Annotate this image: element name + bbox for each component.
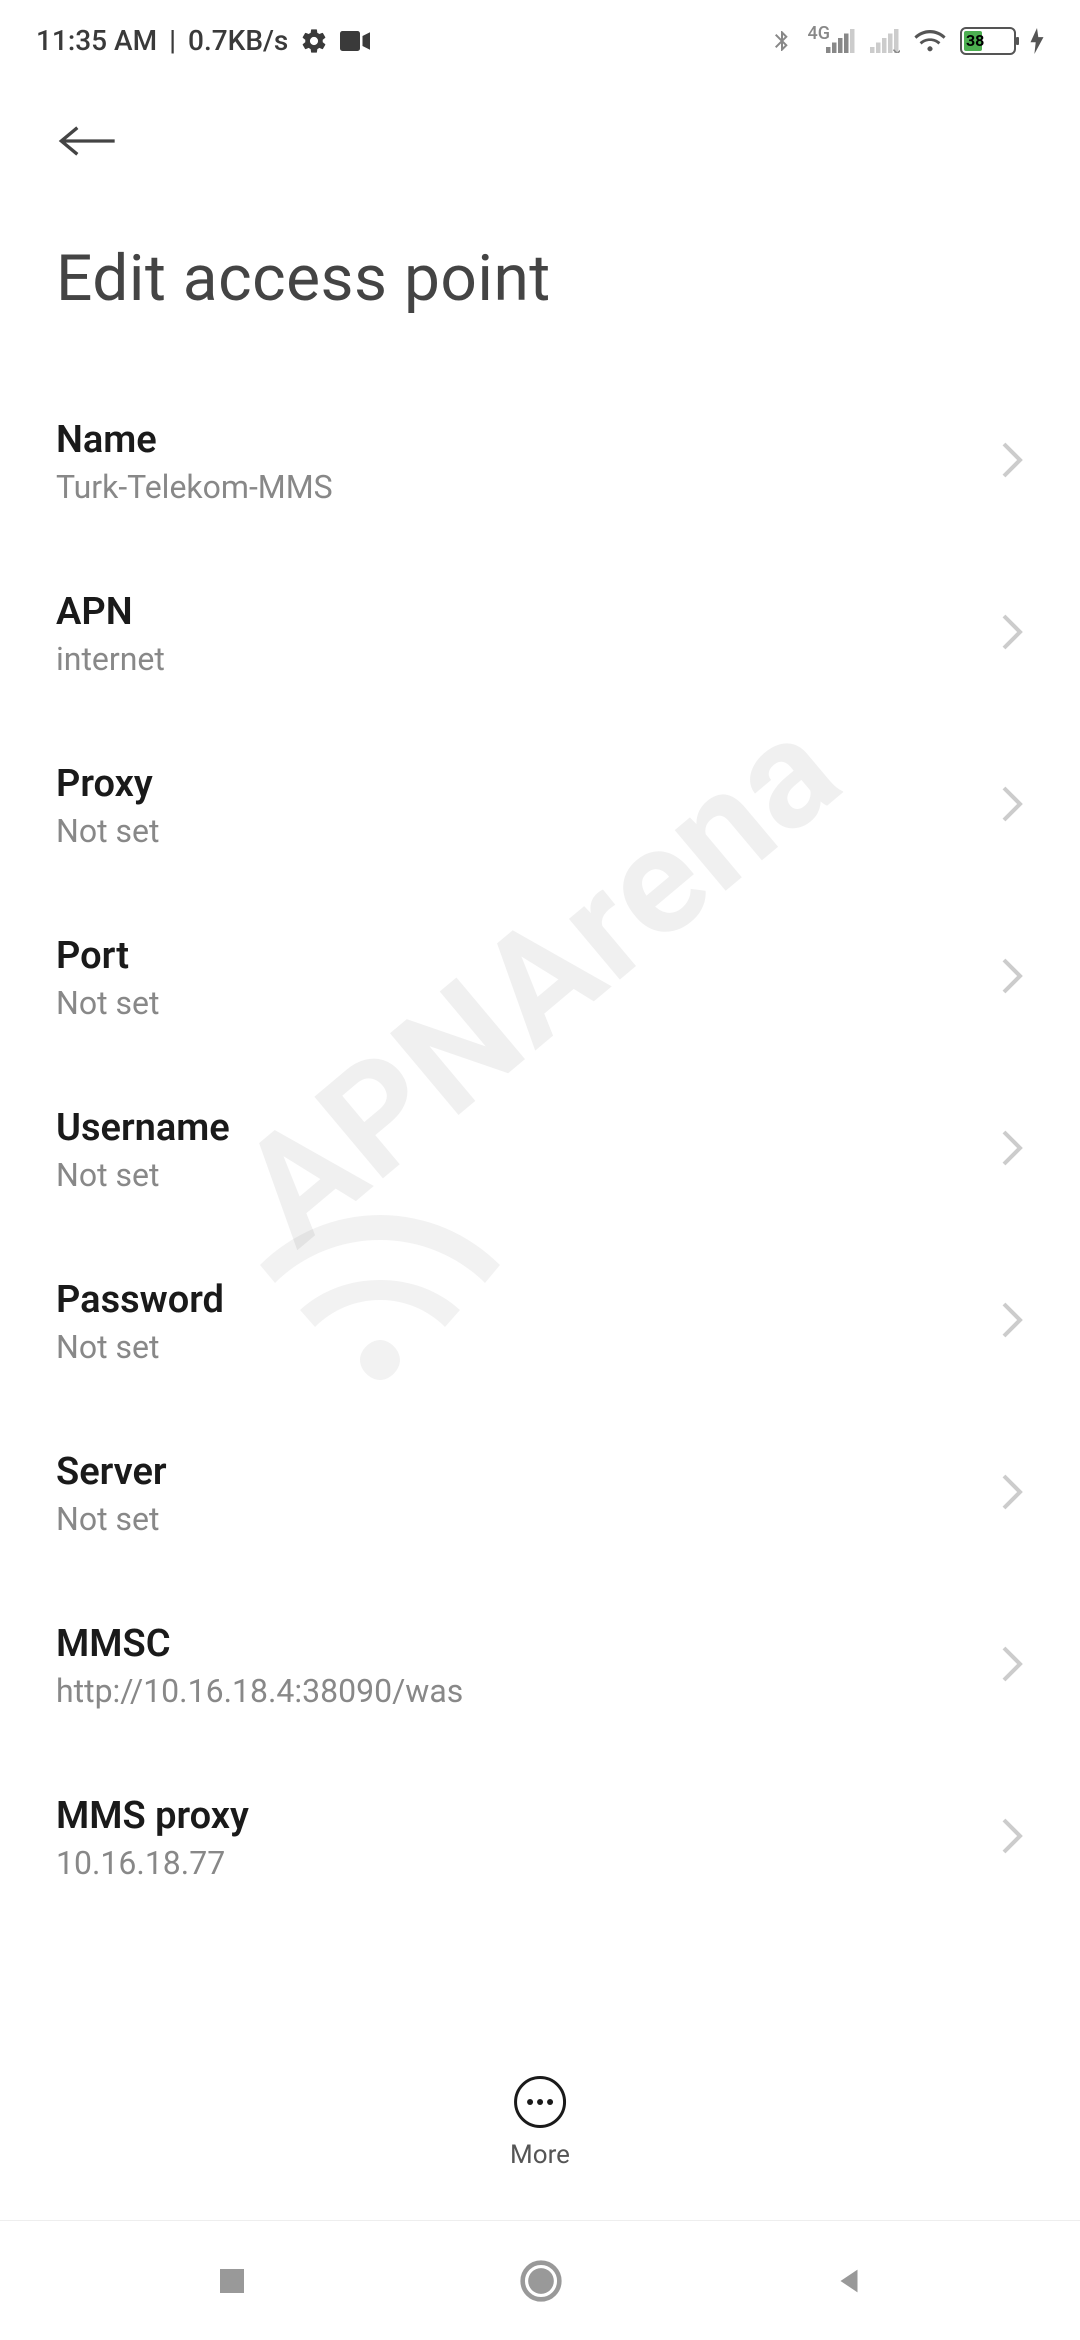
chevron-right-icon [1000, 1644, 1024, 1688]
setting-item-password[interactable]: Password Not set [56, 1236, 1024, 1408]
setting-item-username[interactable]: Username Not set [56, 1064, 1024, 1236]
setting-value: Not set [56, 1156, 1000, 1194]
setting-value: internet [56, 640, 1000, 678]
setting-label: MMSC [56, 1622, 1000, 1666]
setting-item-apn[interactable]: APN internet [56, 548, 1024, 720]
more-label: More [510, 2140, 570, 2170]
settings-list: Name Turk-Telekom-MMS APN internet Proxy… [0, 376, 1080, 1924]
setting-label: Server [56, 1450, 1000, 1494]
setting-value: Not set [56, 1328, 1000, 1366]
page-title: Edit access point [56, 241, 1024, 316]
wifi-icon [914, 28, 946, 54]
setting-value: Not set [56, 812, 1000, 850]
chevron-right-icon [1000, 1128, 1024, 1172]
status-bar: 11:35 AM | 0.7KB/s 4G ✕ 38 [0, 0, 1080, 73]
setting-value: 10.16.18.77 [56, 1844, 1000, 1882]
status-right: 4G ✕ 38 [770, 26, 1045, 56]
nav-recent-button[interactable] [214, 2263, 250, 2299]
chevron-right-icon [1000, 1300, 1024, 1344]
nav-back-button[interactable] [832, 2264, 866, 2298]
setting-value: Not set [56, 1500, 1000, 1538]
status-time: 11:35 AM [36, 24, 157, 57]
chevron-right-icon [1000, 612, 1024, 656]
chevron-right-icon [1000, 1816, 1024, 1860]
battery-icon: 38 [960, 27, 1016, 55]
setting-item-proxy[interactable]: Proxy Not set [56, 720, 1024, 892]
setting-label: Username [56, 1106, 1000, 1150]
setting-item-port[interactable]: Port Not set [56, 892, 1024, 1064]
chevron-right-icon [1000, 956, 1024, 1000]
setting-label: MMS proxy [56, 1794, 1000, 1838]
setting-value: http://10.16.18.4:38090/was [56, 1672, 1000, 1710]
svg-text:✕: ✕ [891, 45, 900, 53]
header: Edit access point [0, 73, 1080, 316]
chevron-right-icon [1000, 1472, 1024, 1516]
video-icon [340, 30, 370, 52]
more-button[interactable]: More [510, 2076, 570, 2170]
setting-item-mmsc[interactable]: MMSC http://10.16.18.4:38090/was [56, 1580, 1024, 1752]
more-icon [514, 2076, 566, 2128]
setting-item-server[interactable]: Server Not set [56, 1408, 1024, 1580]
status-data-rate: 0.7KB/s [188, 24, 288, 57]
chevron-right-icon [1000, 784, 1024, 828]
setting-label: APN [56, 590, 1000, 634]
battery-percent: 38 [966, 31, 984, 50]
signal-sim2-icon: ✕ [870, 29, 900, 53]
setting-label: Password [56, 1278, 1000, 1322]
setting-item-name[interactable]: Name Turk-Telekom-MMS [56, 376, 1024, 548]
nav-home-button[interactable] [519, 2259, 563, 2303]
back-button[interactable] [56, 113, 120, 169]
setting-label: Proxy [56, 762, 1000, 806]
chevron-right-icon [1000, 440, 1024, 484]
setting-label: Name [56, 418, 1000, 462]
gear-icon [300, 27, 328, 55]
setting-value: Turk-Telekom-MMS [56, 468, 1000, 506]
bluetooth-icon [770, 26, 794, 56]
signal-sim1-icon [826, 29, 856, 53]
setting-value: Not set [56, 984, 1000, 1022]
setting-item-mms-proxy[interactable]: MMS proxy 10.16.18.77 [56, 1752, 1024, 1924]
nav-bar [0, 2220, 1080, 2340]
status-left: 11:35 AM | 0.7KB/s [36, 24, 370, 57]
charging-icon [1030, 28, 1044, 54]
setting-label: Port [56, 934, 1000, 978]
